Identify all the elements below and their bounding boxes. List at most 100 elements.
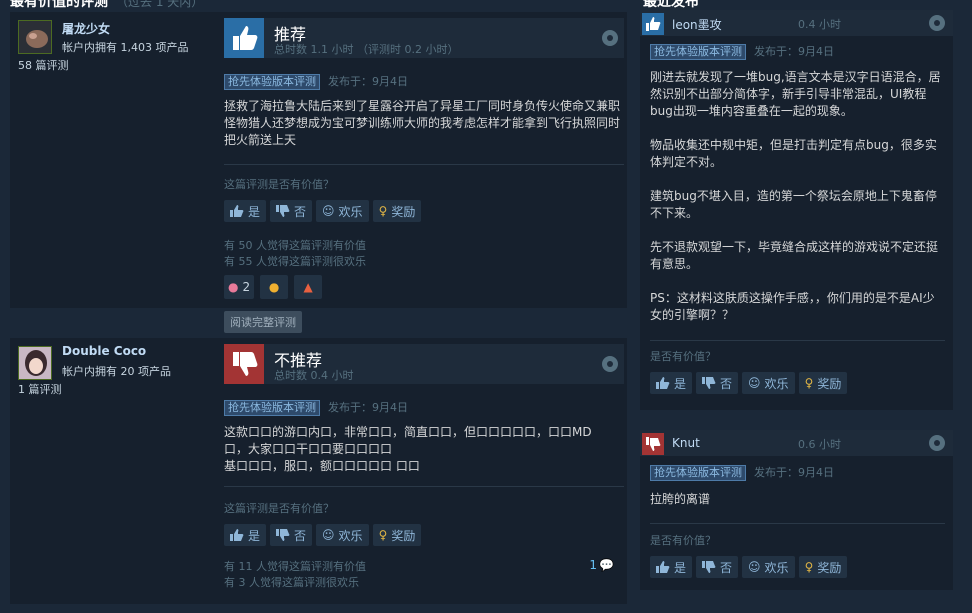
smile-icon: ☺ (748, 376, 761, 390)
award-item[interactable]: ● 2 (224, 275, 255, 299)
review-body-line: 这款口口的游口内口，非常口口，简直口口，但口口口口口，口口MD (224, 425, 592, 439)
vote-funny-button[interactable]: ☺ 欢乐 (742, 372, 795, 394)
posted-date: 发布于：9月4日 (328, 401, 408, 414)
reviewer-name[interactable]: leon墨攻 (672, 16, 722, 33)
award-item[interactable]: ● (260, 275, 289, 299)
review-count[interactable]: 1 篇评测 (18, 381, 62, 397)
divider (224, 164, 624, 165)
review-body-line: 基口口口，服口，额口口口口口 口口 (224, 459, 420, 473)
verdict-header[interactable]: 推荐 总时数 1.1 小时 （评测时 0.2 小时） (224, 18, 624, 58)
award-button[interactable]: ♀ 奖励 (372, 200, 422, 222)
vote-buttons: 是 否 ☺ 欢乐 ♀ 奖励 (224, 200, 422, 222)
review-body: 这款口口的游口内口，非常口口，简直口口，但口口口口口，口口MD 口，大家口口干口… (224, 424, 624, 475)
award-laugh-icon: ● (268, 280, 280, 294)
helpful-question: 是否有价值？ (650, 534, 716, 547)
recent-review-card: Knut 0.6 小时 抢先体验版本评测 发布于：9月4日 拉胯的离谱 是否有价值… (640, 430, 953, 590)
thumb-down-icon (276, 529, 290, 541)
vote-yes-button[interactable]: 是 (650, 556, 693, 578)
award-button[interactable]: ♀ 奖励 (372, 524, 422, 546)
divider (650, 523, 945, 524)
badge-row: 抢先体验版本评测 发布于：9月4日 (650, 464, 834, 481)
smile-icon: ☺ (322, 204, 335, 218)
funny-count: 有 55 人觉得这篇评测很欢乐 (224, 255, 366, 268)
reviewer-name[interactable]: Knut (672, 436, 700, 450)
thumb-down-icon (702, 561, 716, 573)
steam-icon (929, 15, 945, 31)
smile-icon: ☺ (748, 560, 761, 574)
products-owned: 帐户内拥有 1,403 项产品 (62, 41, 189, 54)
helpful-question: 这篇评测是否有价值？ (224, 178, 334, 191)
playtime: 总时数 1.1 小时 （评测时 0.2 小时） (274, 43, 459, 56)
recent-review-header[interactable]: Knut 0.6 小时 (640, 430, 953, 456)
review-body: 拉胯的离谱 (650, 492, 711, 506)
recent-review-card: leon墨攻 0.4 小时 抢先体验版本评测 发布于：9月4日 刚进去就发现了一堆… (640, 10, 953, 410)
funny-count: 有 3 人觉得这篇评测很欢乐 (224, 576, 359, 589)
vote-no-button[interactable]: 否 (696, 556, 739, 578)
verdict-header[interactable]: 不推荐 总时数 0.4 小时 (224, 344, 624, 384)
section-title-most-helpful: 最有价值的评测 （过去 1 天内） (10, 0, 204, 8)
vote-funny-button[interactable]: ☺ 欢乐 (316, 524, 369, 546)
vote-buttons: 是 否 ☺ 欢乐 ♀ 奖励 (224, 524, 422, 546)
early-access-badge: 抢先体验版本评测 (224, 74, 320, 90)
avatar[interactable] (18, 346, 52, 380)
award-icon: ♀ (378, 528, 388, 542)
vote-buttons: 是 否 ☺ 欢乐 ♀ 奖励 (650, 556, 848, 578)
award-item[interactable]: ▲ (294, 275, 323, 299)
vote-yes-button[interactable]: 是 (224, 200, 267, 222)
award-icon: ♀ (804, 376, 814, 390)
badge-row: 抢先体验版本评测 发布于：9月4日 (224, 399, 408, 416)
thumb-up-icon (224, 18, 264, 58)
avatar[interactable] (18, 20, 52, 54)
vote-no-button[interactable]: 否 (270, 524, 313, 546)
vote-yes-button[interactable]: 是 (224, 524, 267, 546)
review-body: 刚进去就发现了一堆bug,语言文本是汉字日语混合，居然识别不出部分简体字，新手引… (650, 69, 945, 341)
reviewer-name[interactable]: Double Coco (62, 344, 146, 358)
vote-yes-button[interactable]: 是 (650, 372, 693, 394)
playtime: 总时数 0.4 小时 (274, 369, 354, 382)
vote-funny-button[interactable]: ☺ 欢乐 (316, 200, 369, 222)
early-access-badge: 抢先体验版本评测 (650, 44, 746, 60)
badge-row: 抢先体验版本评测 发布于：9月4日 (224, 73, 408, 90)
award-button[interactable]: ♀ 奖励 (798, 556, 848, 578)
thumb-up-icon (642, 13, 664, 35)
thumb-down-icon (224, 344, 264, 384)
smile-icon: ☺ (322, 528, 335, 542)
review-card: 屠龙少女 帐户内拥有 1,403 项产品 58 篇评测 推荐 总时数 1.1 小… (10, 12, 627, 333)
read-more-tooltip[interactable]: 阅读完整评测 (224, 311, 302, 333)
steam-icon (929, 435, 945, 451)
thumb-up-icon (230, 529, 244, 541)
posted-date: 发布于：9月4日 (328, 75, 408, 88)
review-count[interactable]: 58 篇评测 (18, 57, 69, 73)
thumb-down-icon (642, 433, 664, 455)
badge-row: 抢先体验版本评测 发布于：9月4日 (650, 43, 834, 60)
review-paragraph: 物品收集还中规中矩，但是打击判定有点bug，很多实体判定不对。 (650, 138, 937, 169)
thumb-up-icon (656, 561, 670, 573)
early-access-badge: 抢先体验版本评测 (224, 400, 320, 416)
comment-count: 1 (589, 558, 598, 572)
review-paragraph: PS：这材料这肤质这操作手感，，你们用的是不是AI少女的引擎啊？？ (650, 291, 935, 322)
thumb-down-icon (276, 205, 290, 217)
header-strip: 最有价值的评测 （过去 1 天内） 最近发布 (0, 0, 972, 8)
review-paragraph: 建筑bug不堪入目，造的第一个祭坛会原地上下鬼畜停不下来。 (650, 189, 937, 220)
review-body-line: 口，大家口口干口口要口口口口 (224, 442, 393, 456)
steam-icon (602, 30, 618, 46)
comment-icon: 💬 (599, 558, 614, 572)
products-owned: 帐户内拥有 20 项产品 (62, 365, 171, 378)
comment-count-link[interactable]: 1 💬 (589, 558, 614, 572)
steam-icon (602, 356, 618, 372)
award-icon: ♀ (378, 204, 388, 218)
thumb-up-icon (656, 377, 670, 389)
posted-date: 发布于：9月4日 (754, 466, 834, 479)
reviewer-name[interactable]: 屠龙少女 (62, 20, 110, 37)
reviewer-info: Double Coco 帐户内拥有 20 项产品 1 篇评测 (10, 338, 218, 604)
award-button[interactable]: ♀ 奖励 (798, 372, 848, 394)
helpful-count: 有 11 人觉得这篇评测有价值 (224, 560, 366, 573)
vote-buttons: 是 否 ☺ 欢乐 ♀ 奖励 (650, 372, 848, 394)
vote-funny-button[interactable]: ☺ 欢乐 (742, 556, 795, 578)
award-rooster-icon: ▲ (303, 280, 313, 294)
vote-no-button[interactable]: 否 (270, 200, 313, 222)
vote-no-button[interactable]: 否 (696, 372, 739, 394)
review-stats: 有 11 人觉得这篇评测有价值 有 3 人觉得这篇评测很欢乐 (224, 559, 366, 591)
recent-review-header[interactable]: leon墨攻 0.4 小时 (640, 10, 953, 36)
thumb-down-icon (702, 377, 716, 389)
